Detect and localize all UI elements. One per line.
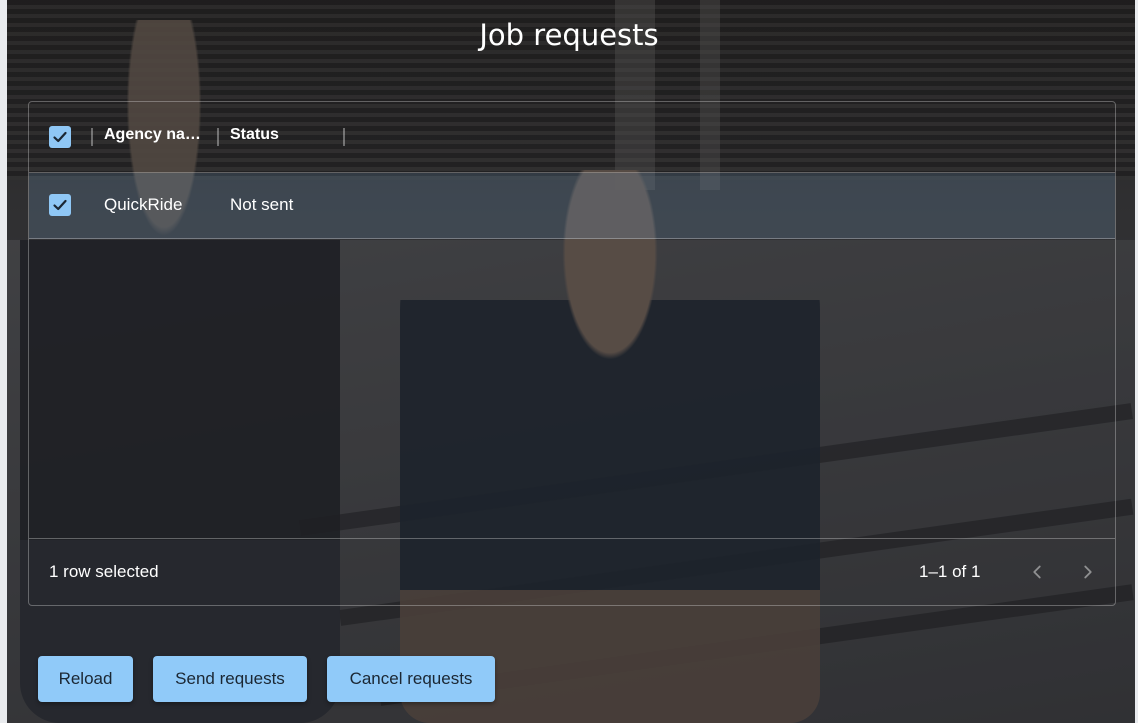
check-icon <box>53 199 67 211</box>
column-separator[interactable] <box>343 128 345 146</box>
grid-footer: 1 row selected 1–1 of 1 <box>29 538 1115 605</box>
cancel-requests-button[interactable]: Cancel requests <box>327 656 495 702</box>
chevron-left-icon <box>1033 565 1041 579</box>
row-checkbox[interactable] <box>49 194 71 216</box>
page-title: Job requests <box>479 18 659 52</box>
chevron-right-icon <box>1084 565 1092 579</box>
table-row[interactable]: QuickRide Not sent <box>29 173 1115 239</box>
pagination-label: 1–1 of 1 <box>919 562 981 581</box>
selected-count: 1 row selected <box>49 562 159 581</box>
left-edge <box>0 0 7 723</box>
cell-agency-name: QuickRide <box>104 195 183 214</box>
job-requests-grid: Agency name Status QuickRide Not sent 1 … <box>28 101 1116 606</box>
previous-page-button[interactable] <box>1022 557 1052 587</box>
send-requests-button[interactable]: Send requests <box>153 656 307 702</box>
column-separator[interactable] <box>91 128 93 146</box>
column-header-agency-name[interactable]: Agency name <box>104 126 204 144</box>
cell-status: Not sent <box>230 195 294 214</box>
column-header-status[interactable]: Status <box>230 126 330 144</box>
check-icon <box>53 131 67 143</box>
select-all-checkbox[interactable] <box>49 126 71 148</box>
grid-header: Agency name Status <box>29 102 1115 173</box>
column-separator[interactable] <box>217 128 219 146</box>
reload-button[interactable]: Reload <box>38 656 133 702</box>
next-page-button[interactable] <box>1073 557 1103 587</box>
